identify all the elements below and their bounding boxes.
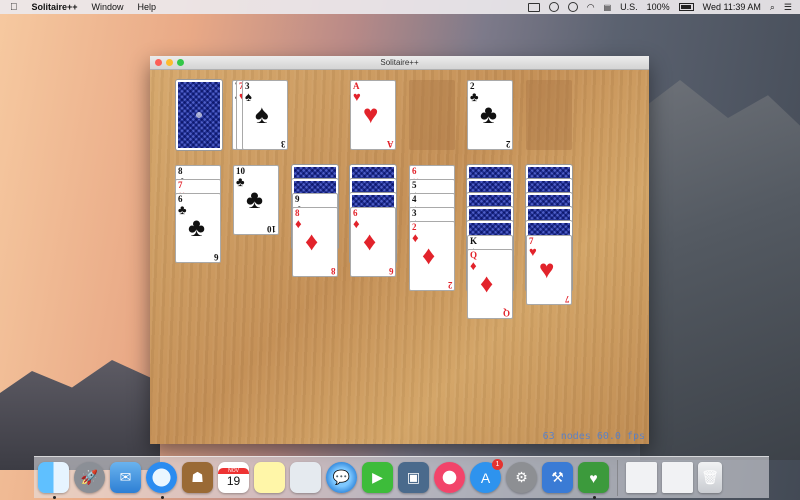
flag-icon[interactable]: ▤	[604, 3, 612, 12]
app-store-icon[interactable]: A 1	[470, 459, 503, 493]
minimize-window-button[interactable]	[166, 59, 173, 66]
calendar-icon[interactable]: NOV 19	[218, 462, 249, 493]
mail-icon[interactable]: ✉	[110, 462, 141, 493]
card-rank-bottom: A	[386, 139, 394, 149]
solitaire-icon[interactable]: ♥	[578, 462, 609, 499]
card-rank-bottom: 2	[505, 139, 511, 149]
trash-icon[interactable]: 🗑	[698, 462, 722, 493]
xcode-icon[interactable]: ⚒	[542, 462, 573, 493]
card-center-suit: ♥	[539, 254, 555, 284]
card-center-suit: ♣	[246, 184, 264, 214]
close-window-button[interactable]	[155, 59, 162, 66]
foundation-2[interactable]: 2 ♣ ♣ 2	[467, 80, 513, 150]
card-rank-bottom: 3	[280, 139, 286, 149]
fps-counter: 63 nodes 60.0 fps	[542, 431, 645, 442]
tableau-card[interactable]: 6 ♣ ♣ 6	[175, 193, 221, 263]
tableau-card[interactable]: 7 ♥♥7	[526, 235, 572, 305]
foundation-empty-slot[interactable]	[526, 80, 572, 150]
time-machine-icon[interactable]	[548, 2, 559, 12]
zoom-window-button[interactable]	[177, 59, 184, 66]
card-suit: ♦	[412, 230, 419, 245]
notification-center-icon[interactable]: ☰	[784, 2, 792, 13]
apple-menu-icon[interactable]: 	[10, 2, 18, 13]
tableau-card[interactable]: Q ♦ ♦ Q	[467, 249, 513, 319]
card-center-suit: ♣	[188, 212, 206, 242]
app-store-badge: 1	[492, 459, 503, 470]
card-suit: ♦	[295, 216, 302, 231]
calendar-day: 19	[226, 473, 241, 488]
safari-icon[interactable]	[146, 462, 177, 499]
desktop-wallpaper-hills	[0, 360, 160, 470]
launchpad-icon[interactable]: 🚀	[74, 462, 105, 493]
messages-icon[interactable]: 💬	[326, 462, 357, 493]
status-item-icon[interactable]	[527, 2, 540, 12]
card-suit: ♥	[529, 244, 537, 259]
card-rank-bottom: 6	[388, 266, 394, 276]
menu-bar:  Solitaire++ Window Help ◠ ▤ U.S. 100% …	[0, 0, 800, 14]
card-center-suit: ♠	[255, 99, 269, 129]
card-suit: ♥	[353, 89, 361, 104]
window-title: Solitaire++	[380, 58, 419, 67]
card-suit: ♠	[245, 89, 252, 104]
photo-booth-icon[interactable]: ▣	[398, 462, 429, 493]
minimized-document-icon[interactable]	[662, 462, 693, 493]
card-suit: ♣	[470, 89, 479, 104]
bluetooth-icon[interactable]	[567, 2, 578, 12]
card-rank-bottom: 10	[267, 224, 276, 234]
preview-icon[interactable]	[290, 462, 321, 493]
input-source-label[interactable]: U.S.	[620, 2, 638, 12]
menu-clock[interactable]: Wed 11:39 AM	[703, 2, 761, 12]
battery-percentage[interactable]: 100%	[647, 2, 670, 12]
menu-app-name[interactable]: Solitaire++	[32, 2, 78, 12]
card-rank-bottom: 2	[447, 280, 453, 290]
wifi-icon[interactable]: ◠	[587, 2, 595, 13]
tableau-card[interactable]: 6 ♦ ♦ 6	[350, 207, 396, 277]
notes-icon[interactable]	[254, 462, 285, 493]
waste-card[interactable]: 3 ♠ ♠ 3	[242, 80, 288, 150]
foundation-empty-slot[interactable]	[409, 80, 455, 150]
card-suit: ♣	[236, 174, 245, 189]
card-center-suit: ♦	[363, 226, 377, 256]
window-titlebar[interactable]: Solitaire++	[150, 56, 649, 70]
card-suit: ♦	[353, 216, 360, 231]
card-center-suit: ♦	[422, 240, 436, 270]
card-rank-bottom: 7	[564, 294, 570, 304]
dock: 🚀 ✉ ☗ NOV 19 💬 ▶ ▣ ♫ A 1 ⚙ ⚒ ♥ 🗑	[34, 456, 769, 499]
contacts-icon[interactable]: ☗	[182, 462, 213, 493]
desktop-wallpaper-mountain	[640, 80, 800, 460]
card-center-suit: ♦	[480, 268, 494, 298]
menu-window[interactable]: Window	[92, 2, 124, 12]
itunes-icon[interactable]: ♫	[434, 462, 465, 493]
tableau-card[interactable]: 8 ♦ ♦ 8	[292, 207, 338, 277]
game-table[interactable]: 7 ♠♠77 ♥♥73 ♠♠3A ♥♥A2 ♣♣28 ♣♣87 ♥♥76 ♣♣6…	[150, 70, 649, 444]
tableau-card[interactable]: 2 ♦ ♦ 2	[409, 221, 455, 291]
finder-icon[interactable]	[38, 462, 69, 499]
card-rank-bottom: Q	[502, 308, 510, 318]
card-center-suit: ♥	[363, 99, 379, 129]
spotlight-icon[interactable]: ⌕	[770, 2, 775, 13]
solitaire-window: Solitaire++ 7 ♠♠77 ♥♥73 ♠♠3A ♥♥A2 ♣♣28 ♣…	[150, 56, 649, 444]
system-preferences-icon[interactable]: ⚙	[506, 462, 537, 493]
card-rank-bottom: 6	[213, 252, 219, 262]
card-center-suit: ♦	[305, 226, 319, 256]
foundation-0[interactable]: A ♥ ♥ A	[350, 80, 396, 150]
battery-icon[interactable]	[678, 3, 694, 11]
tableau-card[interactable]: 10 ♣ ♣ 10	[233, 165, 279, 235]
stock-pile[interactable]	[176, 80, 222, 150]
card-suit: ♦	[470, 258, 477, 273]
facetime-icon[interactable]: ▶	[362, 462, 393, 493]
card-rank-bottom: 8	[330, 266, 336, 276]
menu-help[interactable]: Help	[138, 2, 157, 12]
card-center-suit: ♣	[480, 99, 498, 129]
dock-separator	[617, 459, 618, 496]
minimized-document-icon[interactable]	[626, 462, 657, 493]
card-suit: ♣	[178, 202, 187, 217]
